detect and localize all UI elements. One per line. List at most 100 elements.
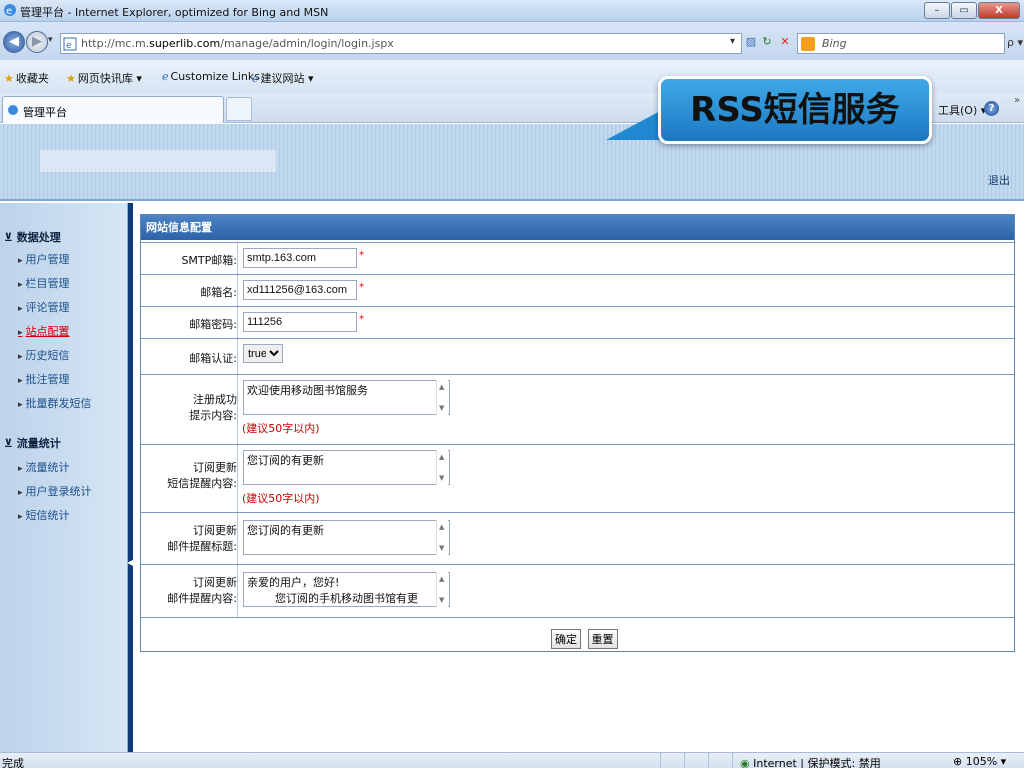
sidebar-item-login-stats[interactable]: 用户登录统计 xyxy=(18,483,92,499)
panel-title: 网站信息配置 xyxy=(141,215,1014,240)
form-row-register-tip: 注册成功 提示内容: 欢迎使用移动图书馆服务 ▲ ▼ (建议50字以内) xyxy=(141,374,1014,444)
reset-button[interactable]: 重置 xyxy=(587,629,618,649)
length-hint: (建议50字以内) xyxy=(242,492,320,505)
minimize-button[interactable]: – xyxy=(924,2,950,19)
forward-button[interactable]: ▶ xyxy=(26,31,48,53)
stop-icon[interactable]: ✕ xyxy=(778,35,792,49)
sidebar-item-bulk-sms[interactable]: 批量群发短信 xyxy=(18,395,92,411)
form-row-mail-name: 邮箱名: * xyxy=(141,274,1014,306)
required-mark: * xyxy=(359,282,364,293)
address-toolbar: ◀ ▶ ▾ e http://mc.m.superlib.com/manage/… xyxy=(0,22,1024,60)
status-bar: 完成 ◉ Internet | 保护模式: 禁用 ⊕ 105% ▾ xyxy=(0,752,1024,768)
textarea-scrollbar[interactable]: ▲ ▼ xyxy=(436,572,448,607)
back-button[interactable]: ◀ xyxy=(3,31,25,53)
mail-subject-textarea[interactable]: 您订阅的有更新 xyxy=(243,520,450,555)
textarea-scrollbar[interactable]: ▲ ▼ xyxy=(436,520,448,555)
mail-name-label: 邮箱名: xyxy=(200,286,237,299)
favorite-web-slice-gallery[interactable]: ★ 网页快讯库 ▾ xyxy=(66,70,142,86)
sidebar-item-traffic-stats[interactable]: 流量统计 xyxy=(18,459,70,475)
textarea-scrollbar[interactable]: ▲ ▼ xyxy=(436,380,448,415)
window-title: 管理平台 - Internet Explorer, optimized for … xyxy=(20,6,329,19)
row-divider xyxy=(237,339,238,374)
row-divider xyxy=(237,445,238,512)
sidebar-item-site-config[interactable]: 站点配置 xyxy=(18,323,70,339)
search-placeholder: Bing xyxy=(822,37,847,50)
required-mark: * xyxy=(359,314,364,325)
favorite-suggested-sites[interactable]: ℯ 建议网站 ▾ xyxy=(252,70,314,86)
history-dropdown-icon[interactable]: ▾ xyxy=(48,35,53,45)
collapse-sidebar-icon[interactable]: ◀ xyxy=(127,556,133,570)
row-divider xyxy=(237,307,238,338)
sidebar-splitter[interactable] xyxy=(128,203,133,752)
more-commands-icon[interactable]: » xyxy=(1014,95,1020,106)
callout-banner: RSS短信服务 xyxy=(658,76,932,144)
register-tip-textarea[interactable]: 欢迎使用移动图书馆服务 xyxy=(243,380,450,415)
mail-auth-select[interactable]: true false xyxy=(243,344,283,363)
sidebar-item-user-management[interactable]: 用户管理 xyxy=(18,251,70,267)
search-box[interactable]: Bing xyxy=(797,33,1005,54)
refresh-icon[interactable]: ↻ xyxy=(760,35,774,49)
form-row-sms-reminder: 订阅更新 短信提醒内容: 您订阅的有更新 ▲ ▼ (建议50字以内) xyxy=(141,444,1014,512)
search-icon[interactable]: ρ ▾ xyxy=(1007,36,1023,49)
tab-label: 管理平台 xyxy=(23,106,67,119)
mail-subject-label: 订阅更新 邮件提醒标题: xyxy=(167,524,237,553)
mail-content-label: 订阅更新 邮件提醒内容: xyxy=(167,576,237,605)
add-favorite-icon: ★ xyxy=(66,72,76,85)
form-row-smtp: SMTP邮箱: * xyxy=(141,242,1014,274)
row-divider xyxy=(237,243,238,274)
favorite-customize-links[interactable]: ℯ Customize Links xyxy=(162,70,260,83)
status-text: 完成 xyxy=(2,757,24,768)
length-hint: (建议50字以内) xyxy=(242,422,320,435)
ie-tab-icon xyxy=(8,105,18,115)
svg-text:e: e xyxy=(6,6,12,17)
sidebar-item-column-management[interactable]: 栏目管理 xyxy=(18,275,70,291)
sidebar-item-annotation-management[interactable]: 批注管理 xyxy=(18,371,70,387)
compatibility-view-icon[interactable]: ▨ xyxy=(744,35,758,49)
row-divider xyxy=(237,565,238,617)
zoom-level[interactable]: ⊕ 105% ▾ xyxy=(953,755,1006,768)
close-button[interactable]: X xyxy=(978,2,1020,19)
required-mark: * xyxy=(359,250,364,261)
mail-password-label: 邮箱密码: xyxy=(189,318,237,331)
status-divider xyxy=(708,753,709,768)
tab-management-platform[interactable]: 管理平台 xyxy=(2,96,224,123)
callout-text: RSS短信服务 xyxy=(690,90,900,130)
confirm-button[interactable]: 确定 xyxy=(551,629,581,649)
new-tab-button[interactable] xyxy=(226,97,252,121)
status-divider xyxy=(732,753,733,768)
callout-pointer xyxy=(606,110,662,140)
sms-reminder-label: 订阅更新 短信提醒内容: xyxy=(167,461,237,490)
sidebar-group-data-processing[interactable]: ⊻ 数据处理 xyxy=(4,229,61,245)
window-titlebar: e 管理平台 - Internet Explorer, optimized fo… xyxy=(0,0,1024,22)
security-zone[interactable]: ◉ Internet | 保护模式: 禁用 xyxy=(740,755,881,768)
smtp-input[interactable] xyxy=(243,248,357,268)
mail-content-textarea[interactable]: 亲爱的用户，您好! 您订阅的手机移动图书馆有更 xyxy=(243,572,450,607)
address-url: http://mc.m.superlib.com/manage/admin/lo… xyxy=(81,37,394,50)
sidebar: ⊻ 数据处理 用户管理 栏目管理 评论管理 站点配置 历史短信 批注管理 批量群… xyxy=(0,203,128,752)
help-icon[interactable]: ? xyxy=(984,101,999,116)
mail-auth-label: 邮箱认证: xyxy=(189,352,237,365)
star-icon: ★ xyxy=(4,72,14,85)
sms-reminder-textarea[interactable]: 您订阅的有更新 xyxy=(243,450,450,485)
globe-icon: ◉ xyxy=(740,757,750,768)
sidebar-group-traffic-stats[interactable]: ⊻ 流量统计 xyxy=(4,435,61,451)
smtp-label: SMTP邮箱: xyxy=(181,254,237,267)
mail-name-input[interactable] xyxy=(243,280,357,300)
site-config-panel: 网站信息配置 SMTP邮箱: * 邮箱名: * 邮箱密码: * 邮箱认证: tr… xyxy=(140,214,1015,652)
favorites-button[interactable]: ★ 收藏夹 xyxy=(4,70,49,86)
form-row-mail-auth: 邮箱认证: true false xyxy=(141,338,1014,374)
form-row-actions: 确定 重置 xyxy=(141,617,1014,653)
sidebar-item-sms-stats[interactable]: 短信统计 xyxy=(18,507,70,523)
sidebar-item-comment-management[interactable]: 评论管理 xyxy=(18,299,70,315)
register-tip-label: 注册成功 提示内容: xyxy=(189,393,237,422)
mail-password-input[interactable] xyxy=(243,312,357,332)
sidebar-item-sms-history[interactable]: 历史短信 xyxy=(18,347,70,363)
address-bar[interactable]: e http://mc.m.superlib.com/manage/admin/… xyxy=(60,33,742,54)
tools-menu[interactable]: 工具(O) ▾ xyxy=(938,102,986,118)
textarea-scrollbar[interactable]: ▲ ▼ xyxy=(436,450,448,485)
row-divider xyxy=(237,275,238,306)
logout-link[interactable]: 退出 xyxy=(988,172,1010,188)
bing-logo-icon xyxy=(801,37,815,51)
address-dropdown-icon[interactable]: ▾ xyxy=(730,36,735,47)
maximize-button[interactable]: ▭ xyxy=(951,2,977,19)
